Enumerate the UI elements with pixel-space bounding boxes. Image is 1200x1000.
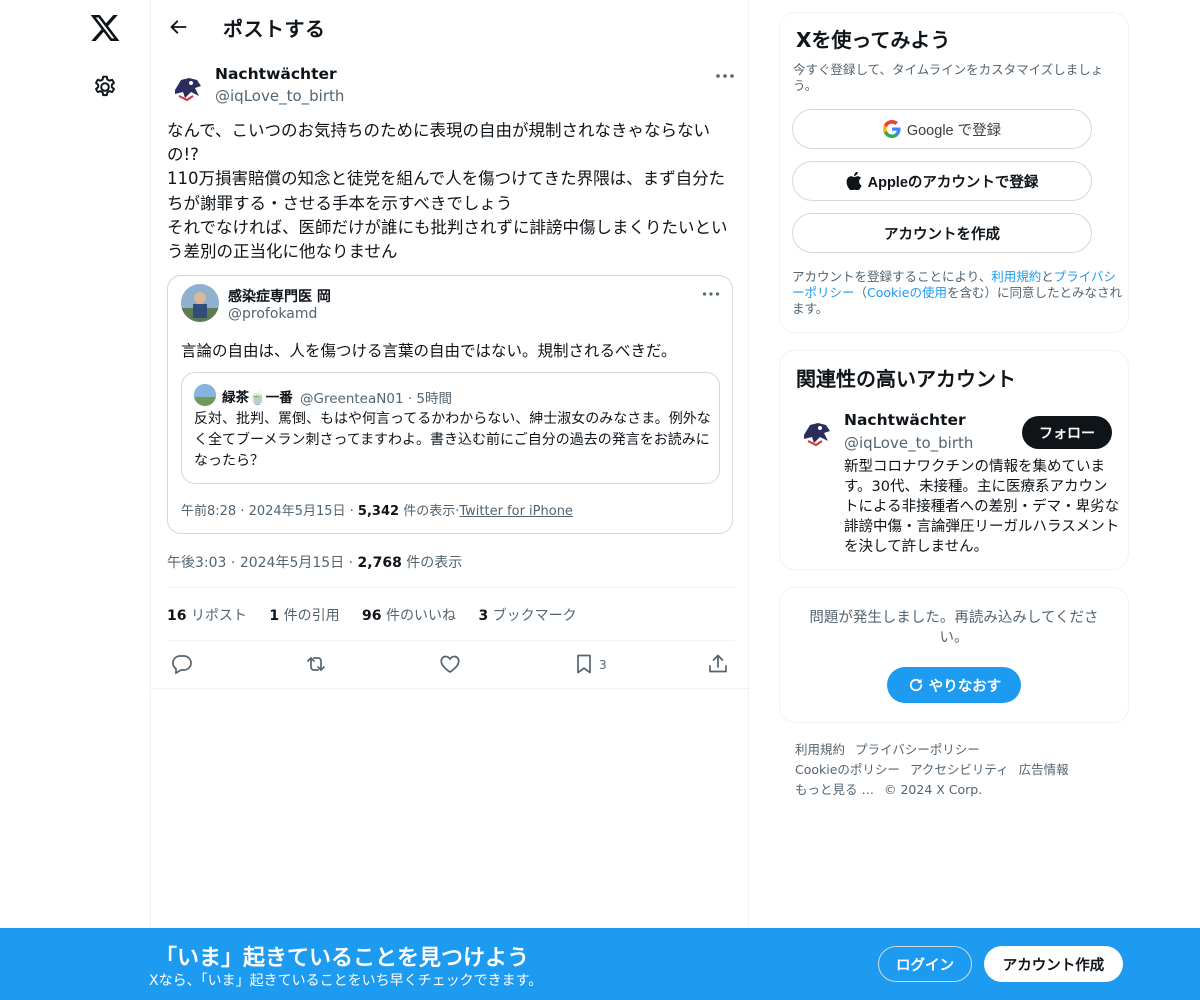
inner-quoted-text: 反対、批判、罵倒、もはや何言ってるかわからない、紳士淑女のみなさま。例外なく全て… <box>194 411 711 469</box>
inner-quoted-handle-time[interactable]: @GreenteaN01 · 5時間 <box>300 387 452 407</box>
quoted-post-meta: 午前8:28 · 2024年5月15日 · 5,342 件の表示·Twitter… <box>181 504 573 519</box>
inner-quoted-post[interactable]: 緑茶🍵一番 @GreenteaN01 · 5時間 反対、批判、罵倒、もはや何言っ… <box>181 372 720 484</box>
likes-stat[interactable]: 96 件のいいね <box>362 608 456 624</box>
post-view-count: 2,768 <box>357 555 402 571</box>
post-text: なんで、こいつのお気持ちのために表現の自由が規制されなきゃならないの!? 110… <box>167 121 728 262</box>
signup-card-subtitle: 今すぐ登録して、タイムラインをカスタマイズしましょう。 <box>793 62 1104 93</box>
reply-icon[interactable] <box>170 652 194 676</box>
quotes-stat[interactable]: 1 件の引用 <box>269 608 339 624</box>
quoted-post-time[interactable]: 午前8:28 <box>181 504 236 519</box>
footer-copyright: © 2024 X Corp. <box>883 782 983 797</box>
related-account-avatar[interactable] <box>796 411 836 451</box>
main-column: ポストする Nachtwächter @iqLove_to_birth なんで、… <box>150 0 750 928</box>
follow-button[interactable]: フォロー <box>1022 416 1112 449</box>
quoted-more-options-icon[interactable] <box>702 287 720 301</box>
post-author: Nachtwächter @iqLove_to_birth <box>167 64 735 108</box>
post-meta: 午後3:03 · 2024年5月15日 · 2,768 件の表示 <box>167 555 463 571</box>
inner-quoted-avatar[interactable] <box>194 384 216 406</box>
post-view-label: 件の表示 <box>406 555 463 571</box>
quoted-author-name[interactable]: 感染症専門医 岡 <box>228 286 331 306</box>
error-message: 問題が発生しました。再読み込みしてください。 <box>809 610 1099 646</box>
quoted-source-link[interactable]: Twitter for iPhone <box>459 504 573 519</box>
divider <box>167 587 735 588</box>
bookmark-count: 3 <box>599 658 607 672</box>
like-heart-icon[interactable] <box>438 652 462 676</box>
google-signup-label: Google で登録 <box>906 122 1002 139</box>
post-date[interactable]: 2024年5月15日 <box>240 555 344 571</box>
back-arrow-icon[interactable] <box>167 16 189 38</box>
banner-signup-button[interactable]: アカウント作成 <box>984 946 1123 982</box>
repost-icon[interactable] <box>304 652 328 676</box>
error-card: 問題が発生しました。再読み込みしてください。 やりなおす <box>779 587 1129 723</box>
quoted-author-avatar[interactable] <box>181 284 219 322</box>
signup-card-title: Xを使ってみよう <box>796 28 951 52</box>
post-time[interactable]: 午後3:03 <box>167 555 226 571</box>
author-avatar[interactable] <box>167 66 207 106</box>
related-account-bio: 新型コロナワクチンの情報を集めています。30代、未接種。主に医療系アカウントによ… <box>844 459 1120 555</box>
quoted-post-text: 言論の自由は、人を傷つける言葉の自由ではない。規制されるべきだ。 <box>181 342 677 360</box>
related-account-handle[interactable]: @iqLove_to_birth <box>844 434 973 452</box>
footer-more-link[interactable]: もっと見る … <box>795 782 874 797</box>
author-name[interactable]: Nachtwächter <box>215 65 337 83</box>
reposts-stat[interactable]: 16 リポスト <box>167 608 247 624</box>
footer-links: 利用規約 プライバシーポリシー Cookieのポリシー アクセシビリティ 広告情報 も… <box>795 740 1125 800</box>
share-icon[interactable] <box>706 652 730 676</box>
author-handle[interactable]: @iqLove_to_birth <box>215 87 344 105</box>
google-signup-button[interactable]: Google で登録 <box>792 109 1092 149</box>
login-button[interactable]: ログイン <box>878 946 972 982</box>
divider <box>167 640 735 641</box>
footer-cookie-link[interactable]: Cookieのポリシー <box>795 762 900 777</box>
retry-label: やりなおす <box>928 678 1002 695</box>
quoted-post[interactable]: 感染症専門医 岡 @profokamd 言論の自由は、人を傷つける言葉の自由では… <box>167 275 733 534</box>
retry-button[interactable]: やりなおす <box>887 667 1021 703</box>
page-title: ポストする <box>223 17 326 41</box>
post-actions: 3 <box>151 650 750 680</box>
left-nav <box>0 0 150 1000</box>
footer-accessibility-link[interactable]: アクセシビリティ <box>910 762 1009 777</box>
more-options-icon[interactable] <box>715 68 735 84</box>
google-logo-icon <box>882 120 901 138</box>
divider <box>151 688 750 689</box>
post-stats: 16 リポスト 1 件の引用 96 件のいいね 3 ブックマーク <box>167 605 595 625</box>
create-account-button[interactable]: アカウントを作成 <box>792 213 1092 253</box>
quoted-author-handle[interactable]: @profokamd <box>228 306 317 322</box>
terms-link[interactable]: 利用規約 <box>991 269 1041 284</box>
apple-signup-button[interactable]: Appleのアカウントで登録 <box>792 161 1092 201</box>
banner-title: 「いま」起きていることを見つけよう <box>155 946 530 971</box>
quoted-post-date[interactable]: 2024年5月15日 <box>249 504 346 519</box>
related-accounts-card: 関連性の高いアカウント Nachtwächter @iqLove_to_birt… <box>779 350 1129 570</box>
bookmark-icon[interactable] <box>572 652 596 676</box>
related-account-name[interactable]: Nachtwächter <box>844 411 966 429</box>
settings-gear-icon[interactable] <box>92 74 118 100</box>
signup-legal-text: アカウントを登録することにより、利用規約とプライバシーポリシー（Cookieの使… <box>792 269 1122 316</box>
apple-logo-icon <box>846 172 862 190</box>
footer-privacy-link[interactable]: プライバシーポリシー <box>855 742 980 757</box>
bookmarks-stat[interactable]: 3 ブックマーク <box>478 608 576 624</box>
quoted-view-count: 5,342 <box>357 504 400 519</box>
quoted-view-label: 件の表示 <box>403 504 456 519</box>
banner-subtitle: Xなら、「いま」起きていることをいち早くチェックできます。 <box>149 973 543 989</box>
cookie-link[interactable]: Cookieの使用 <box>867 285 947 300</box>
inner-quoted-author-name[interactable]: 緑茶🍵一番 <box>222 386 293 406</box>
footer-terms-link[interactable]: 利用規約 <box>795 742 845 757</box>
footer-ads-link[interactable]: 広告情報 <box>1019 762 1069 777</box>
signup-card: Xを使ってみよう 今すぐ登録して、タイムラインをカスタマイズしましょう。 Goo… <box>779 12 1129 333</box>
x-logo-icon[interactable] <box>89 12 121 44</box>
related-accounts-title: 関連性の高いアカウント <box>796 367 1016 391</box>
apple-signup-label: Appleのアカウントで登録 <box>867 174 1039 191</box>
refresh-icon <box>909 678 922 692</box>
page-header: ポストする <box>151 0 750 54</box>
